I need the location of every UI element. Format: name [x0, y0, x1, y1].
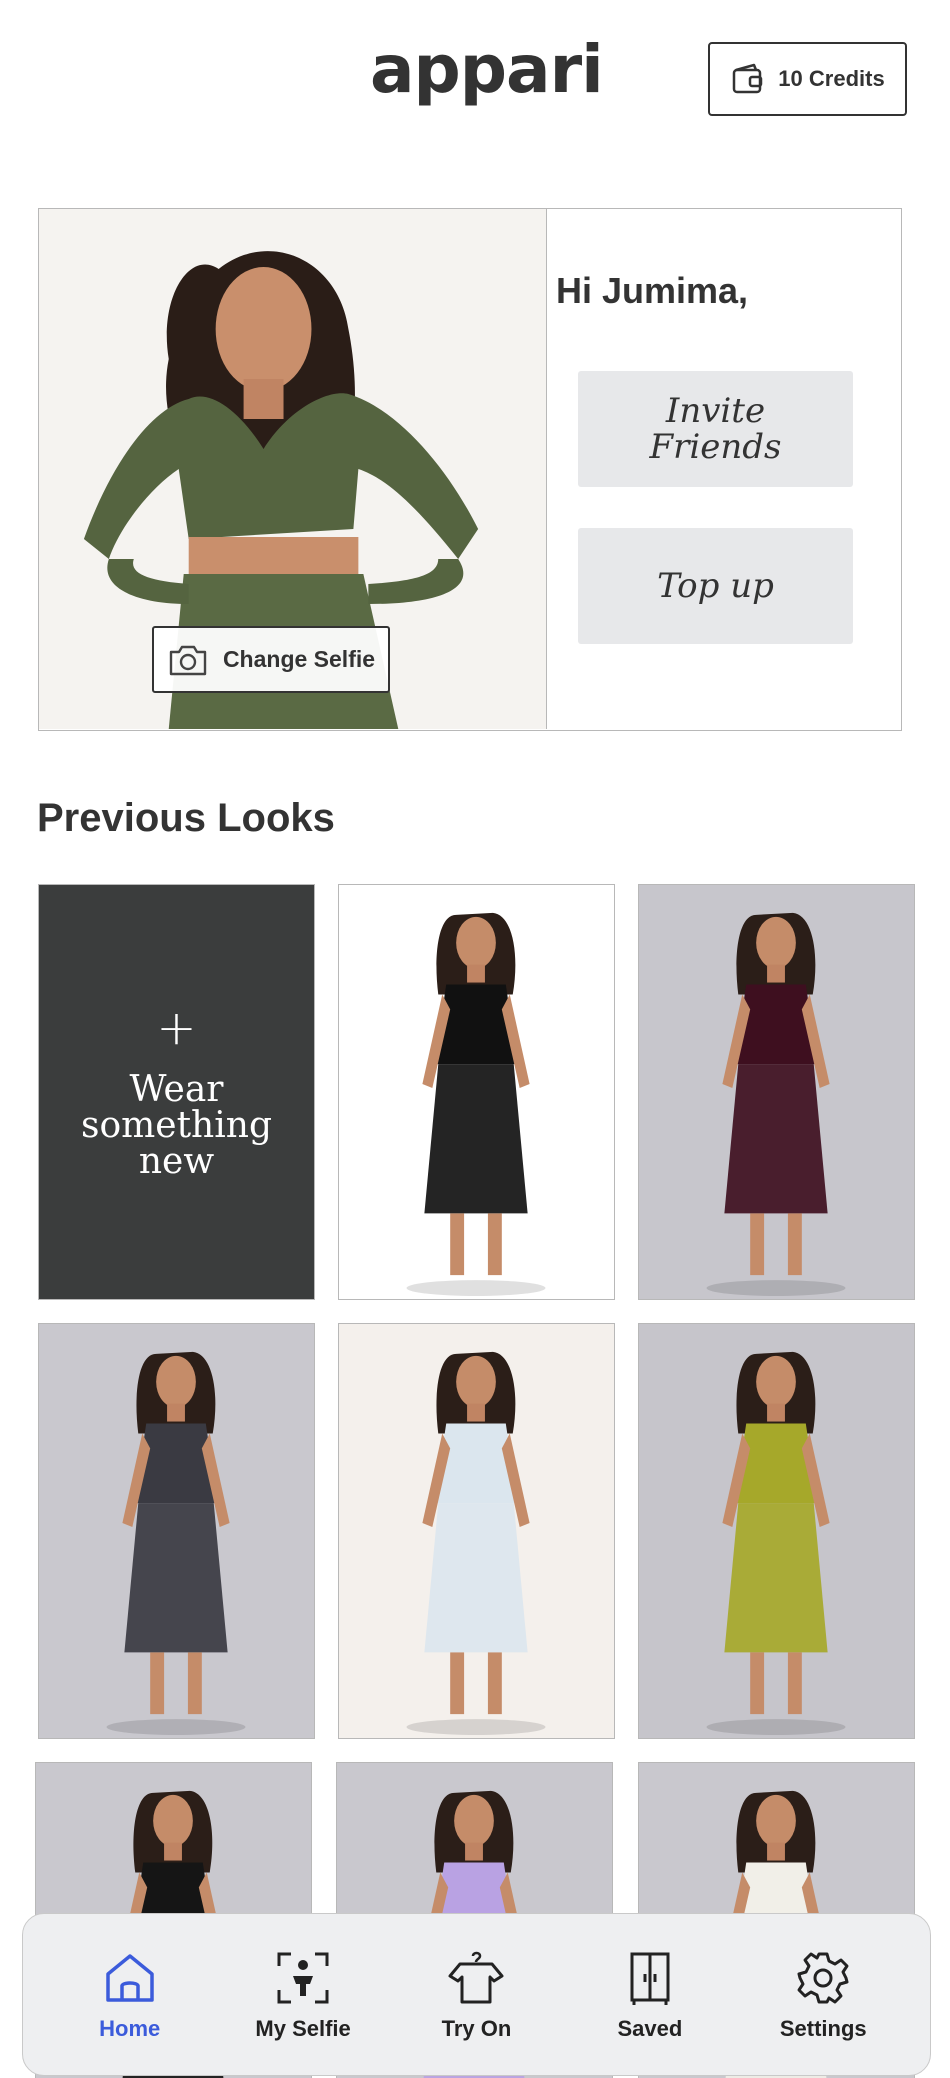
nav-saved[interactable]: Saved: [575, 1948, 725, 2042]
nav-home[interactable]: Home: [55, 1948, 205, 2042]
gear-icon: [797, 1952, 849, 2003]
person-scan-icon: [277, 1952, 329, 2003]
nav-try-on-label: Try On: [441, 2015, 512, 2041]
change-selfie-button[interactable]: Change Selfie: [152, 626, 390, 693]
nav-settings[interactable]: Settings: [748, 1948, 898, 2042]
invite-friends-label: Invite Friends: [649, 391, 782, 467]
plus-icon: +: [156, 1000, 197, 1056]
app-logo: appari: [370, 31, 604, 108]
previous-looks-title: Previous Looks: [37, 796, 335, 840]
look-photo: [106, 1351, 246, 1736]
nav-try-on[interactable]: Try On: [401, 1948, 551, 2042]
look-tile[interactable]: [638, 884, 915, 1300]
invite-friends-button[interactable]: Invite Friends: [578, 371, 853, 487]
look-photo: [406, 912, 546, 1297]
look-photo: [706, 912, 846, 1297]
look-tile[interactable]: [638, 1323, 915, 1739]
change-selfie-label: Change Selfie: [222, 646, 376, 672]
wear-something-new-label: Wear something new: [81, 1069, 272, 1182]
wallet-icon: [733, 63, 763, 94]
look-tile[interactable]: [338, 1323, 615, 1739]
home-screen: appari 10 Credits Change Selfie Hi Jumim…: [0, 0, 950, 2078]
nav-home-label: Home: [99, 2015, 161, 2041]
selfie-photo[interactable]: Change Selfie: [39, 209, 547, 729]
wardrobe-icon: [630, 1952, 670, 2005]
home-icon: [105, 1953, 154, 2002]
top-up-button[interactable]: Top up: [578, 528, 853, 644]
tshirt-hanger-icon: [448, 1951, 504, 2003]
credits-label: 10 Credits: [778, 66, 885, 91]
bottom-nav: Home My Selfie Try On Saved Settings: [22, 1913, 931, 2076]
look-tile[interactable]: [338, 884, 615, 1300]
look-photo: [406, 1351, 546, 1736]
nav-saved-label: Saved: [617, 2015, 683, 2041]
look-photo: [706, 1351, 846, 1736]
credits-button[interactable]: 10 Credits: [708, 42, 907, 116]
nav-my-selfie[interactable]: My Selfie: [228, 1948, 378, 2042]
wear-something-new-tile[interactable]: + Wear something new: [38, 884, 315, 1300]
nav-settings-label: Settings: [779, 2015, 867, 2041]
look-tile[interactable]: [38, 1323, 315, 1739]
nav-my-selfie-label: My Selfie: [255, 2015, 351, 2041]
top-up-label: Top up: [657, 566, 774, 606]
greeting-text: Hi Jumima,: [556, 270, 749, 311]
camera-icon: [169, 645, 207, 675]
